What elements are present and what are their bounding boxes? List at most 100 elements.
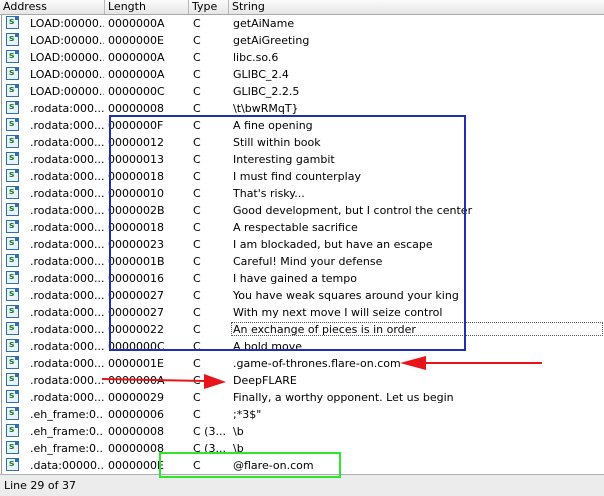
column-header-length[interactable]: Length [105,0,189,14]
cell-address: .rodata:000... [30,102,104,115]
cell-string: A bold move [233,340,302,353]
table-row[interactable]: s .rodata:000... 00000018 C A respectable sa… [0,219,604,236]
cell-length: 0000000A [108,17,165,30]
cell-address: LOAD:00000... [30,34,104,47]
table-row[interactable]: s .rodata:000... 00000018 C I must find coun… [0,168,604,185]
cell-length: 00000018 [108,221,164,234]
cell-type: C [193,255,201,268]
cell-type: C [193,204,201,217]
table-row[interactable]: s .rodata:000... 0000001E C .game-of-thrones… [0,355,604,372]
status-bar: Line 29 of 37 [0,474,604,496]
string-s-icon: s [6,33,19,46]
row-tree-line [1,236,2,253]
table-row[interactable]: s .data:00000... 0000000E C @flare-on.com [0,457,604,474]
cell-address: .rodata:000... [30,340,104,353]
row-tree-line [1,15,2,32]
cell-length: 0000000A [108,68,165,81]
table-row[interactable]: s .rodata:000... 00000012 C Still within boo… [0,134,604,151]
cell-type: C [193,34,201,47]
row-tree-line [1,423,2,440]
table-row[interactable]: s .rodata:000... 00000022 C An exchange of p… [0,321,604,338]
cell-address: .data:00000... [30,459,104,472]
table-row[interactable]: s LOAD:00000... 0000000A CgetAiName [0,15,604,32]
row-tree-line [1,49,2,66]
cell-type: C [193,323,201,336]
cell-type: C [193,68,201,81]
cell-string: getAiGreeting [233,34,310,47]
string-s-icon: s [6,441,19,454]
table-row[interactable]: s .rodata:000... 0000000C C A bold move [0,338,604,355]
string-s-icon: s [6,271,19,284]
table-row[interactable]: s .rodata:000... 00000027 C With my next mov… [0,304,604,321]
row-tree-line [1,304,2,321]
row-tree-line [1,457,2,474]
table-row[interactable]: s .eh_frame:0... 00000008 C (3... \b [0,440,604,457]
string-s-icon: s [6,407,19,420]
cell-address: .rodata:000... [30,170,104,183]
cell-type: C [193,187,201,200]
cell-length: 00000027 [108,306,164,319]
row-tree-line [1,66,2,83]
cell-address: .rodata:000... [30,374,104,387]
string-s-icon: s [6,186,19,199]
cell-length: 0000000A [108,374,165,387]
cell-type: C [193,221,201,234]
column-header-type[interactable]: Type [189,0,229,14]
cell-address: .eh_frame:0... [30,442,104,455]
table-row[interactable]: s LOAD:00000... 0000000A Clibc.so.6 [0,49,604,66]
cell-length: 00000027 [108,289,164,302]
cell-type: C [193,136,201,149]
table-row[interactable]: s .rodata:000... 00000023 C I am blockaded, … [0,236,604,253]
table-row[interactable]: s .rodata:000... 00000010 C That's risky... [0,185,604,202]
table-row[interactable]: s .rodata:000... 00000016 C I have gained a … [0,270,604,287]
row-tree-line [1,83,2,100]
cell-length: 0000000C [108,340,165,353]
cell-address: .rodata:000... [30,119,104,132]
string-s-icon: s [6,305,19,318]
row-tree-line [1,185,2,202]
string-s-icon: s [6,373,19,386]
table-row[interactable]: s .eh_frame:0... 00000008 C (3... \b [0,423,604,440]
cell-address: .eh_frame:0... [30,408,104,421]
cell-string: Still within book [233,136,321,149]
row-tree-line [1,287,2,304]
table-row[interactable]: s .rodata:000... 00000008 C \t\bwRMqT} [0,100,604,117]
cell-type: C (3... [193,442,226,455]
table-row[interactable]: s LOAD:00000... 0000000C C GLIBC_2.2.5 [0,83,604,100]
cell-length: 0000000F [108,119,164,132]
cell-string: GLIBC_2.2.5 [233,85,300,98]
cell-type: C [193,289,201,302]
table-row[interactable]: s .rodata:000... 0000000A C DeepFLARE [0,372,604,389]
cell-string: A fine opening [233,119,313,132]
table-row[interactable]: s .rodata:000... 00000029 C Finally, a worth… [0,389,604,406]
string-s-icon: s [6,288,19,301]
string-s-icon: s [6,458,19,471]
cell-length: 0000000C [108,85,165,98]
row-tree-line [1,253,2,270]
cell-length: 0000001E [108,357,164,370]
cell-length: 00000029 [108,391,164,404]
table-row[interactable]: s .rodata:000... 0000002B C Good development… [0,202,604,219]
table-row[interactable]: s .rodata:000... 00000013 C Interesting gamb… [0,151,604,168]
cell-string: Finally, a worthy opponent. Let us begin [233,391,454,404]
table-row[interactable]: s .eh_frame:0... 00000006 C ;*3$" [0,406,604,423]
table-row[interactable]: s .rodata:000... 00000027 C You have weak sq… [0,287,604,304]
cell-length: 00000013 [108,153,164,166]
string-s-icon: s [6,152,19,165]
cell-type: C [193,340,201,353]
cell-string: \b [233,442,244,455]
table-row[interactable]: s LOAD:00000... 0000000E CgetAiGreeting [0,32,604,49]
column-header-string[interactable]: String [229,0,604,14]
table-row[interactable]: s LOAD:00000... 0000000A C GLIBC_2.4 [0,66,604,83]
column-header-address[interactable]: Address [0,0,105,14]
cell-address: .rodata:000... [30,153,104,166]
row-tree-line [1,168,2,185]
cell-type: C [193,272,201,285]
strings-table: s LOAD:00000... 0000000A CgetAiName s LOAD:00… [0,15,604,474]
cell-length: 0000000E [108,34,164,47]
table-row[interactable]: s .rodata:000... 0000000F C A fine opening [0,117,604,134]
cell-string: I have gained a tempo [233,272,357,285]
cell-length: 0000000A [108,51,165,64]
row-tree-line [1,338,2,355]
table-row[interactable]: s .rodata:000... 0000001B C Careful! Mind yo… [0,253,604,270]
